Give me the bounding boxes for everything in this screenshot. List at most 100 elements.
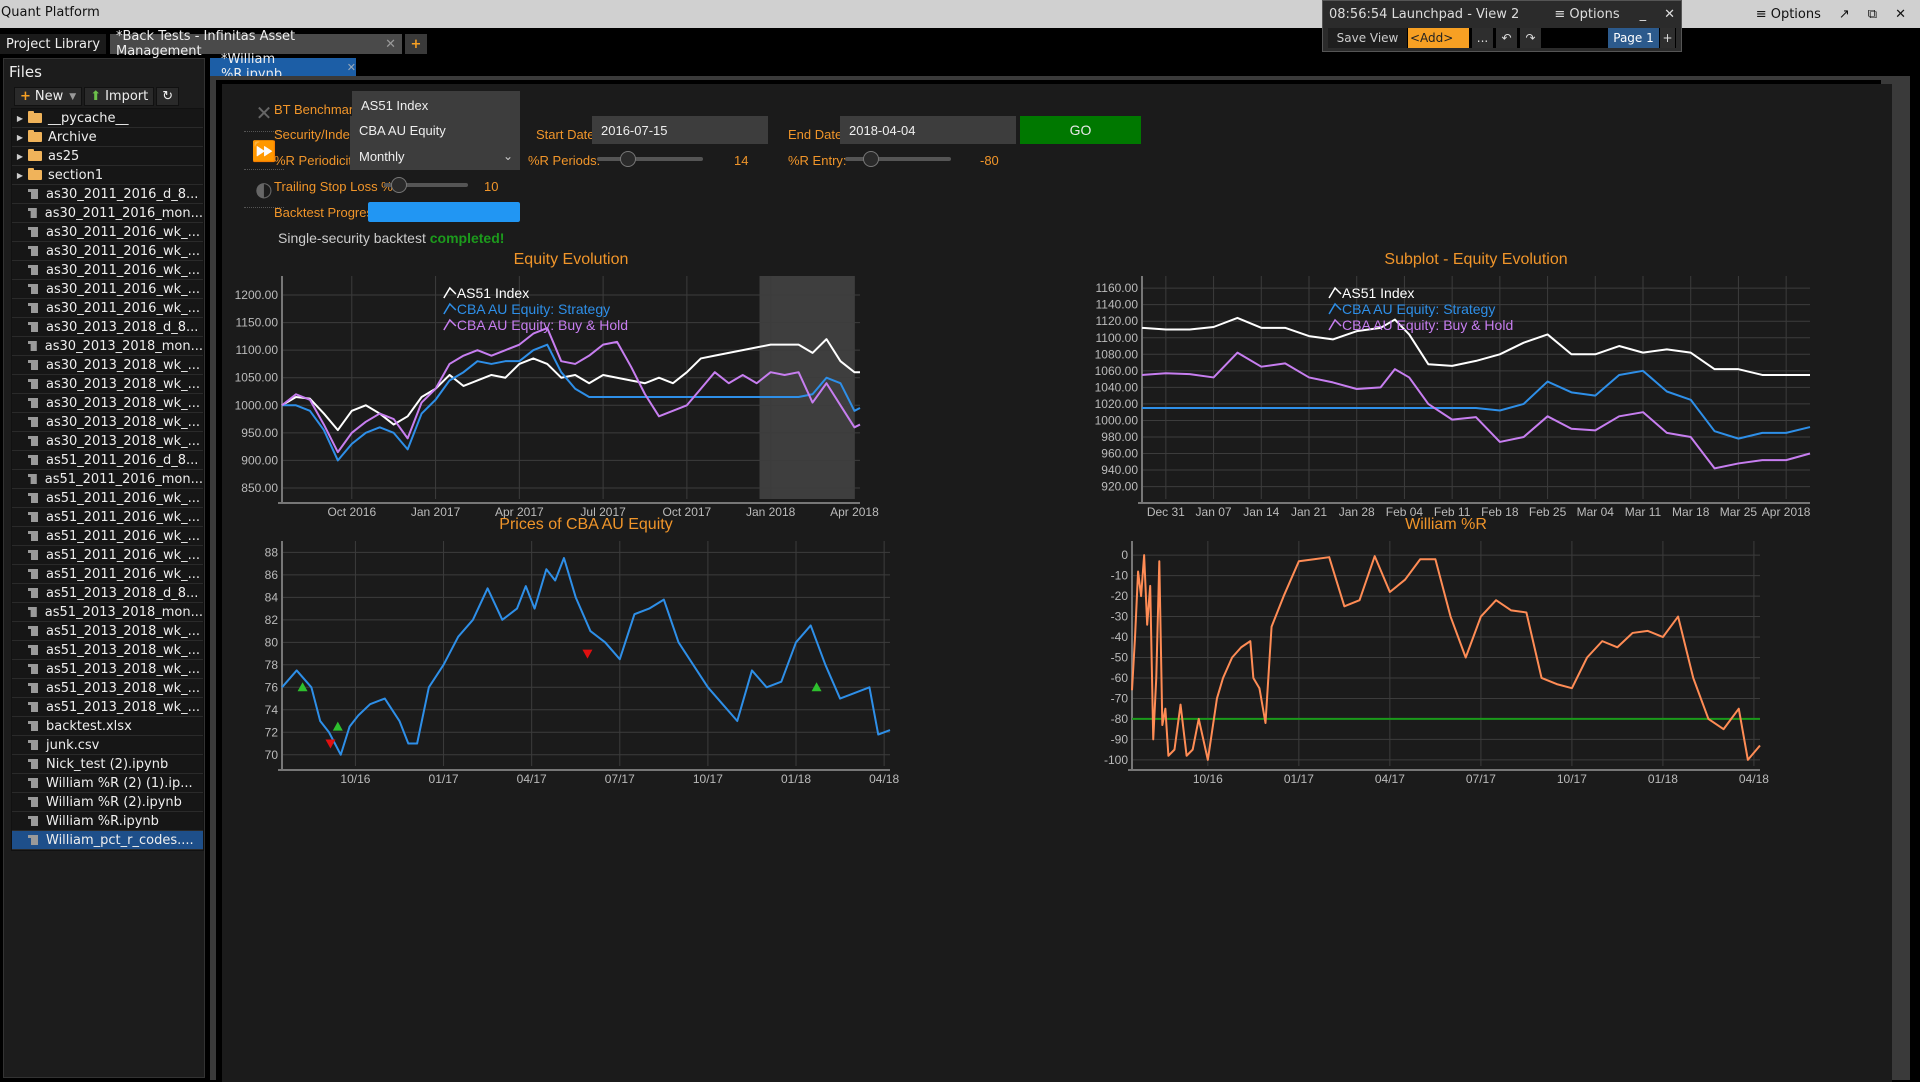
tab-close-icon[interactable]: ✕ bbox=[385, 37, 396, 52]
file-item[interactable]: as51_2013_2018_d_8... bbox=[12, 584, 203, 603]
folder-item[interactable]: ▶ Archive bbox=[12, 128, 203, 147]
add-page-button[interactable]: + bbox=[1660, 28, 1676, 48]
x-tick-label: 01/17 bbox=[1284, 772, 1314, 786]
file-item[interactable]: William %R (2) (1).ip... bbox=[12, 774, 203, 793]
security-input[interactable]: CBA AU Equity bbox=[350, 116, 520, 144]
expand-arrow-icon[interactable]: ▶ bbox=[14, 171, 26, 180]
periodicity-select[interactable]: Monthly ⌄ bbox=[350, 142, 520, 170]
file-item[interactable]: Nick_test (2).ipynb bbox=[12, 755, 203, 774]
file-item[interactable]: as51_2011_2016_wk_... bbox=[12, 489, 203, 508]
file-item[interactable]: William %R.ipynb bbox=[12, 812, 203, 831]
file-item[interactable]: as30_2013_2018_wk_... bbox=[12, 432, 203, 451]
y-tick-label: 1200.00 bbox=[235, 288, 279, 302]
slider-thumb[interactable] bbox=[390, 177, 407, 193]
file-item[interactable]: as30_2011_2016_wk_... bbox=[12, 261, 203, 280]
file-name: as51_2011_2016_wk_... bbox=[46, 566, 201, 582]
add-view-button[interactable]: <Add> bbox=[1408, 28, 1470, 48]
file-item[interactable]: as51_2011_2016_d_8... bbox=[12, 451, 203, 470]
restore-icon[interactable]: ⧉ bbox=[1868, 7, 1877, 22]
file-item[interactable]: as30_2013_2018_d_8... bbox=[12, 318, 203, 337]
legend-swatch bbox=[1328, 302, 1342, 315]
add-tab-button[interactable]: + bbox=[405, 34, 427, 54]
popout-icon[interactable]: ↗ bbox=[1839, 7, 1850, 22]
folder-icon bbox=[28, 149, 42, 161]
x-tick-label: Jan 28 bbox=[1339, 505, 1375, 519]
file-item[interactable]: as30_2013_2018_wk_... bbox=[12, 394, 203, 413]
expand-arrow-icon[interactable]: ▶ bbox=[14, 114, 26, 123]
file-item[interactable]: William %R (2).ipynb bbox=[12, 793, 203, 812]
start-date-input[interactable]: 2016-07-15 bbox=[592, 116, 768, 144]
launchpad-close-icon[interactable]: ✕ bbox=[1664, 7, 1675, 22]
file-item[interactable]: as30_2011_2016_mon... bbox=[12, 204, 203, 223]
slider-track bbox=[845, 157, 951, 161]
file-item[interactable]: backtest.xlsx bbox=[12, 717, 203, 736]
periods-slider[interactable] bbox=[597, 151, 703, 167]
folder-item[interactable]: ▶ section1 bbox=[12, 166, 203, 185]
page-selector[interactable]: Page 1 bbox=[1608, 28, 1660, 48]
file-item[interactable]: as51_2011_2016_mon... bbox=[12, 470, 203, 489]
folder-icon bbox=[28, 111, 42, 123]
refresh-button[interactable]: ↻ bbox=[156, 87, 180, 106]
save-view-button[interactable]: Save View bbox=[1328, 28, 1408, 48]
file-item[interactable]: as30_2011_2016_wk_... bbox=[12, 299, 203, 318]
y-tick-label: 70 bbox=[265, 748, 279, 762]
new-button[interactable]: + New ▼ bbox=[14, 87, 83, 106]
y-tick-label: 1050.00 bbox=[235, 371, 279, 385]
file-item[interactable]: as30_2011_2016_d_8... bbox=[12, 185, 203, 204]
slider-thumb[interactable] bbox=[863, 151, 879, 167]
benchmark-input[interactable]: AS51 Index bbox=[352, 91, 520, 119]
file-item[interactable]: as51_2011_2016_wk_... bbox=[12, 508, 203, 527]
file-icon bbox=[28, 265, 38, 275]
file-item[interactable]: as30_2013_2018_wk_... bbox=[12, 375, 203, 394]
undo-icon[interactable]: ↶ bbox=[1496, 28, 1518, 48]
import-button[interactable]: ⬆ Import bbox=[84, 87, 155, 106]
y-tick-label: -70 bbox=[1111, 691, 1129, 705]
file-item[interactable]: as51_2011_2016_wk_... bbox=[12, 565, 203, 584]
launchpad-options-button[interactable]: ≡ Options bbox=[1554, 7, 1619, 22]
file-icon bbox=[28, 816, 38, 826]
periods-label: %R Periods: bbox=[528, 153, 601, 168]
file-item[interactable]: as51_2013_2018_wk_... bbox=[12, 622, 203, 641]
file-item[interactable]: as51_2013_2018_wk_... bbox=[12, 660, 203, 679]
file-item[interactable]: as51_2013_2018_mon... bbox=[12, 603, 203, 622]
folder-item[interactable]: ▶ __pycache__ bbox=[12, 109, 203, 128]
file-name: as51_2013_2018_wk_... bbox=[46, 623, 201, 639]
file-item[interactable]: as51_2013_2018_wk_... bbox=[12, 698, 203, 717]
expand-arrow-icon[interactable]: ▶ bbox=[14, 152, 26, 161]
expand-arrow-icon[interactable]: ▶ bbox=[14, 133, 26, 142]
notebook-tab[interactable]: *William %R.ipynb ✕ bbox=[210, 52, 356, 82]
folder-item[interactable]: ▶ as25 bbox=[12, 147, 203, 166]
window-close-icon[interactable]: ✕ bbox=[1895, 7, 1906, 22]
file-item[interactable]: as51_2011_2016_wk_... bbox=[12, 527, 203, 546]
end-date-input[interactable]: 2018-04-04 bbox=[840, 116, 1016, 144]
go-button[interactable]: GO bbox=[1020, 116, 1141, 144]
redo-icon[interactable]: ↷ bbox=[1520, 28, 1542, 48]
equity-chart-svg: 850.00 900.00 950.00 1000.00 1050.00 1100.00 1… bbox=[235, 251, 879, 519]
y-tick-label: -80 bbox=[1111, 712, 1129, 726]
file-item[interactable]: as51_2013_2018_wk_... bbox=[12, 679, 203, 698]
y-tick-label: 950.00 bbox=[241, 426, 278, 440]
file-item[interactable]: William_pct_r_codes.... bbox=[12, 831, 203, 850]
file-name: as30_2011_2016_wk_... bbox=[46, 300, 201, 316]
file-item[interactable]: as51_2011_2016_wk_... bbox=[12, 546, 203, 565]
notebook-tab-close-icon[interactable]: ✕ bbox=[347, 61, 356, 74]
tab-project-library[interactable]: Project Library bbox=[0, 34, 107, 54]
file-item[interactable]: as30_2011_2016_wk_... bbox=[12, 280, 203, 299]
file-item[interactable]: as30_2013_2018_wk_... bbox=[12, 356, 203, 375]
minimize-icon[interactable]: _ bbox=[1640, 7, 1647, 22]
entry-slider[interactable] bbox=[845, 151, 951, 167]
file-item[interactable]: as30_2013_2018_wk_... bbox=[12, 413, 203, 432]
slider-thumb[interactable] bbox=[619, 151, 636, 167]
window-options-button[interactable]: ≡ Options bbox=[1756, 7, 1821, 22]
file-item[interactable]: as30_2011_2016_wk_... bbox=[12, 223, 203, 242]
more-button[interactable]: ... bbox=[1472, 28, 1494, 48]
x-tick-label: 10/17 bbox=[693, 772, 723, 786]
file-item[interactable]: as30_2013_2018_mon... bbox=[12, 337, 203, 356]
file-item[interactable]: junk.csv bbox=[12, 736, 203, 755]
file-name: as30_2011_2016_mon... bbox=[44, 205, 203, 221]
file-item[interactable]: as30_2011_2016_wk_... bbox=[12, 242, 203, 261]
x-tick-label: 04/17 bbox=[1375, 772, 1405, 786]
file-item[interactable]: as51_2013_2018_wk_... bbox=[12, 641, 203, 660]
tab-back-tests[interactable]: *Back Tests - Infinitas Asset Management… bbox=[110, 29, 402, 59]
stoploss-slider[interactable] bbox=[384, 177, 468, 193]
